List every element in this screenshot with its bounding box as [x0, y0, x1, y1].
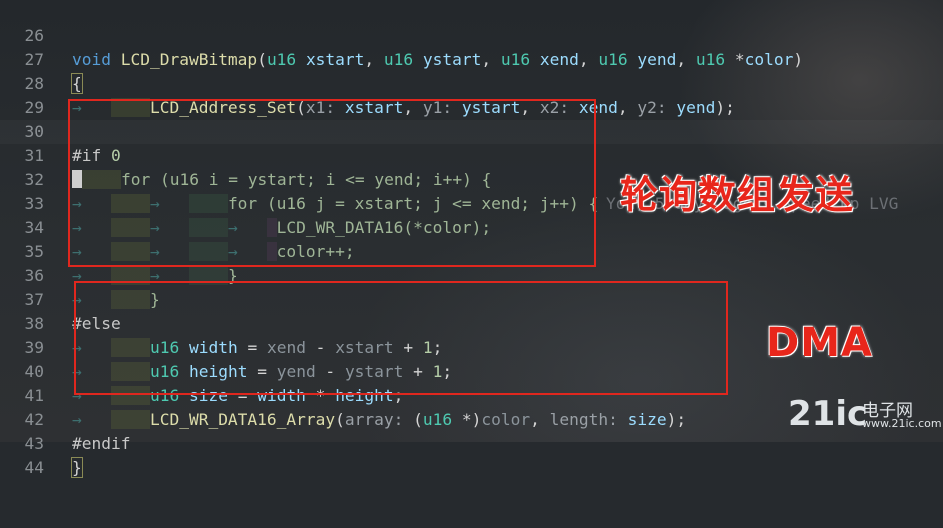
code-line[interactable]: 27 {: [0, 24, 943, 94]
polling-highlight-box: [68, 99, 596, 267]
polling-annotation-label: 轮询数组发送: [620, 173, 855, 217]
code-line[interactable]: 28 → LCD_Address_Set(x1: xstart, y1: yst…: [0, 48, 943, 117]
code-line[interactable]: 26 void LCD_DrawBitmap(u16 xstart, u16 y…: [0, 0, 943, 69]
watermark-brand: 21ic: [788, 394, 868, 434]
line-number: 44: [24, 458, 45, 477]
watermark-url: www.21ic.com: [862, 417, 942, 430]
dma-annotation-label: DMA: [766, 320, 873, 366]
site-watermark: 21ic 电子网 www.21ic.com: [788, 394, 942, 434]
code-line[interactable]: 44: [0, 432, 943, 477]
code-text: }: [71, 457, 83, 478]
dma-highlight-box: [74, 281, 728, 395]
code-line[interactable]: 29: [0, 72, 943, 117]
